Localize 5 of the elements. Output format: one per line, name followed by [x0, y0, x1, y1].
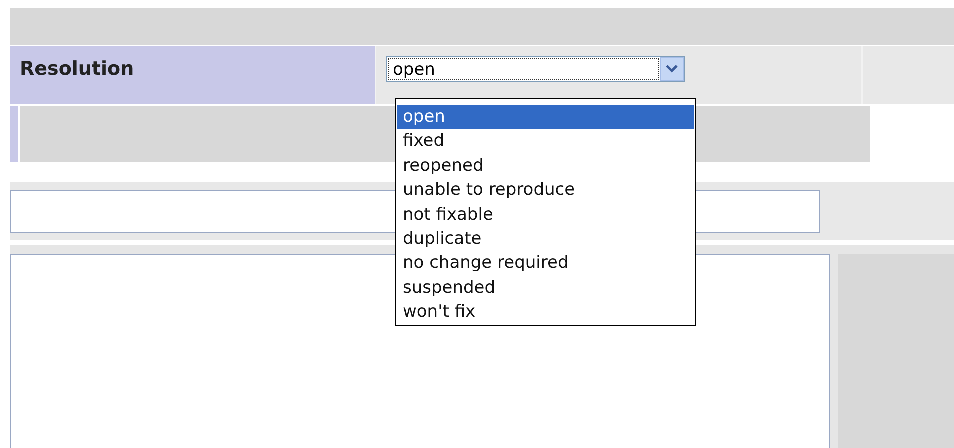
dropdown-option[interactable]: open	[397, 105, 694, 130]
resolution-select[interactable]: open	[386, 56, 685, 82]
row-marker	[10, 106, 18, 162]
chevron-down-icon	[666, 65, 678, 73]
field-label: Resolution	[20, 58, 134, 80]
